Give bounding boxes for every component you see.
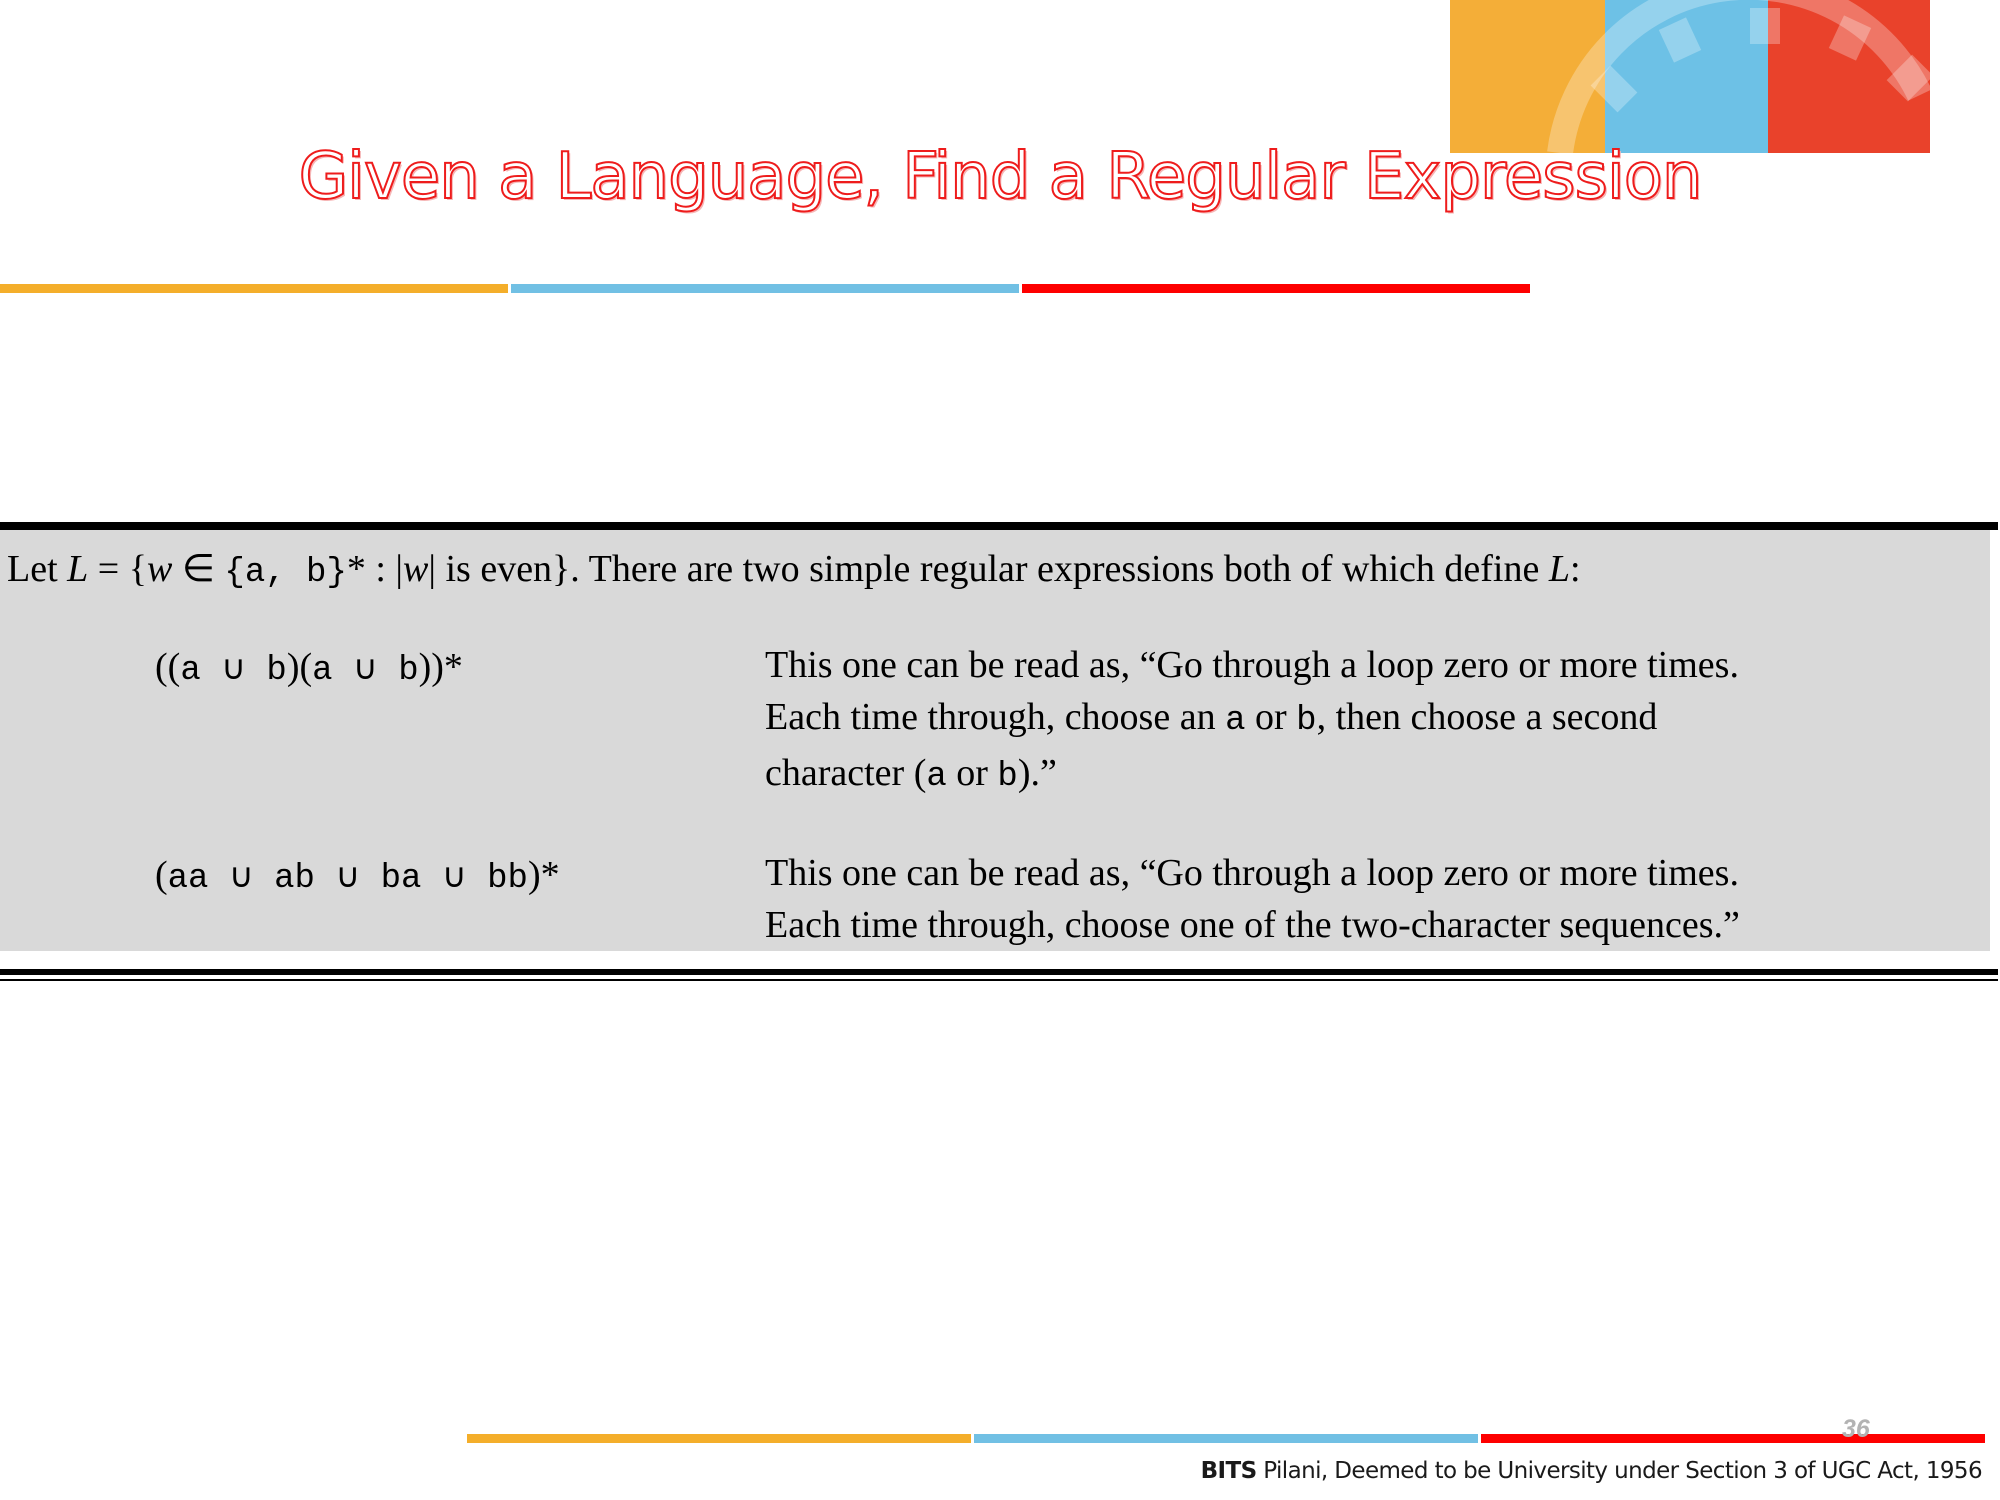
- slide-title: Given a Language, Find a Regular Express…: [298, 139, 1704, 215]
- regex-description-1: This one can be read as, “Go through a l…: [765, 639, 1739, 803]
- description-line: Each time through, choose an a or b, the…: [765, 696, 1658, 740]
- description-line: Each time through, choose one of the two…: [765, 904, 1740, 946]
- underline-blue: [974, 1434, 1478, 1443]
- box-bottom-rule-thin: [0, 979, 1998, 981]
- description-line: This one can be read as, “Go through a l…: [765, 644, 1739, 686]
- logo-segment-orange: [1450, 0, 1605, 153]
- footer-brand: BITS: [1200, 1458, 1258, 1484]
- footer-text: BITS Pilani, Deemed to be University und…: [1200, 1458, 1983, 1484]
- underline-orange: [0, 284, 508, 293]
- regex-description-2: This one can be read as, “Go through a l…: [765, 847, 1740, 951]
- description-line: This one can be read as, “Go through a l…: [765, 852, 1739, 894]
- title-underline: [0, 284, 1533, 293]
- box-top-rule: [0, 522, 1998, 530]
- description-line: character (a or b).”: [765, 752, 1057, 796]
- page-number: 36: [1842, 1415, 1870, 1443]
- footer-caption: Pilani, Deemed to be University under Se…: [1256, 1458, 1982, 1484]
- example-box: Let L = {w ∈ {a, b}* : |w| is even}. The…: [0, 530, 1990, 951]
- regex-expression-1: ((a ∪ b)(a ∪ b))*: [155, 646, 463, 690]
- underline-blue: [511, 284, 1019, 293]
- underline-red: [1022, 284, 1530, 293]
- regex-expression-2: (aa ∪ ab ∪ ba ∪ bb)*: [155, 854, 560, 898]
- bits-logo: [1450, 0, 1930, 153]
- example-intro: Let L = {w ∈ {a, b}* : |w| is even}. The…: [7, 548, 1581, 592]
- box-bottom-rule: [0, 969, 1998, 975]
- underline-red: [1481, 1434, 1985, 1443]
- underline-orange: [467, 1434, 971, 1443]
- logo-segment-blue: [1605, 0, 1768, 153]
- logo-segment-red: [1768, 0, 1930, 153]
- footer-underline: [467, 1434, 1986, 1443]
